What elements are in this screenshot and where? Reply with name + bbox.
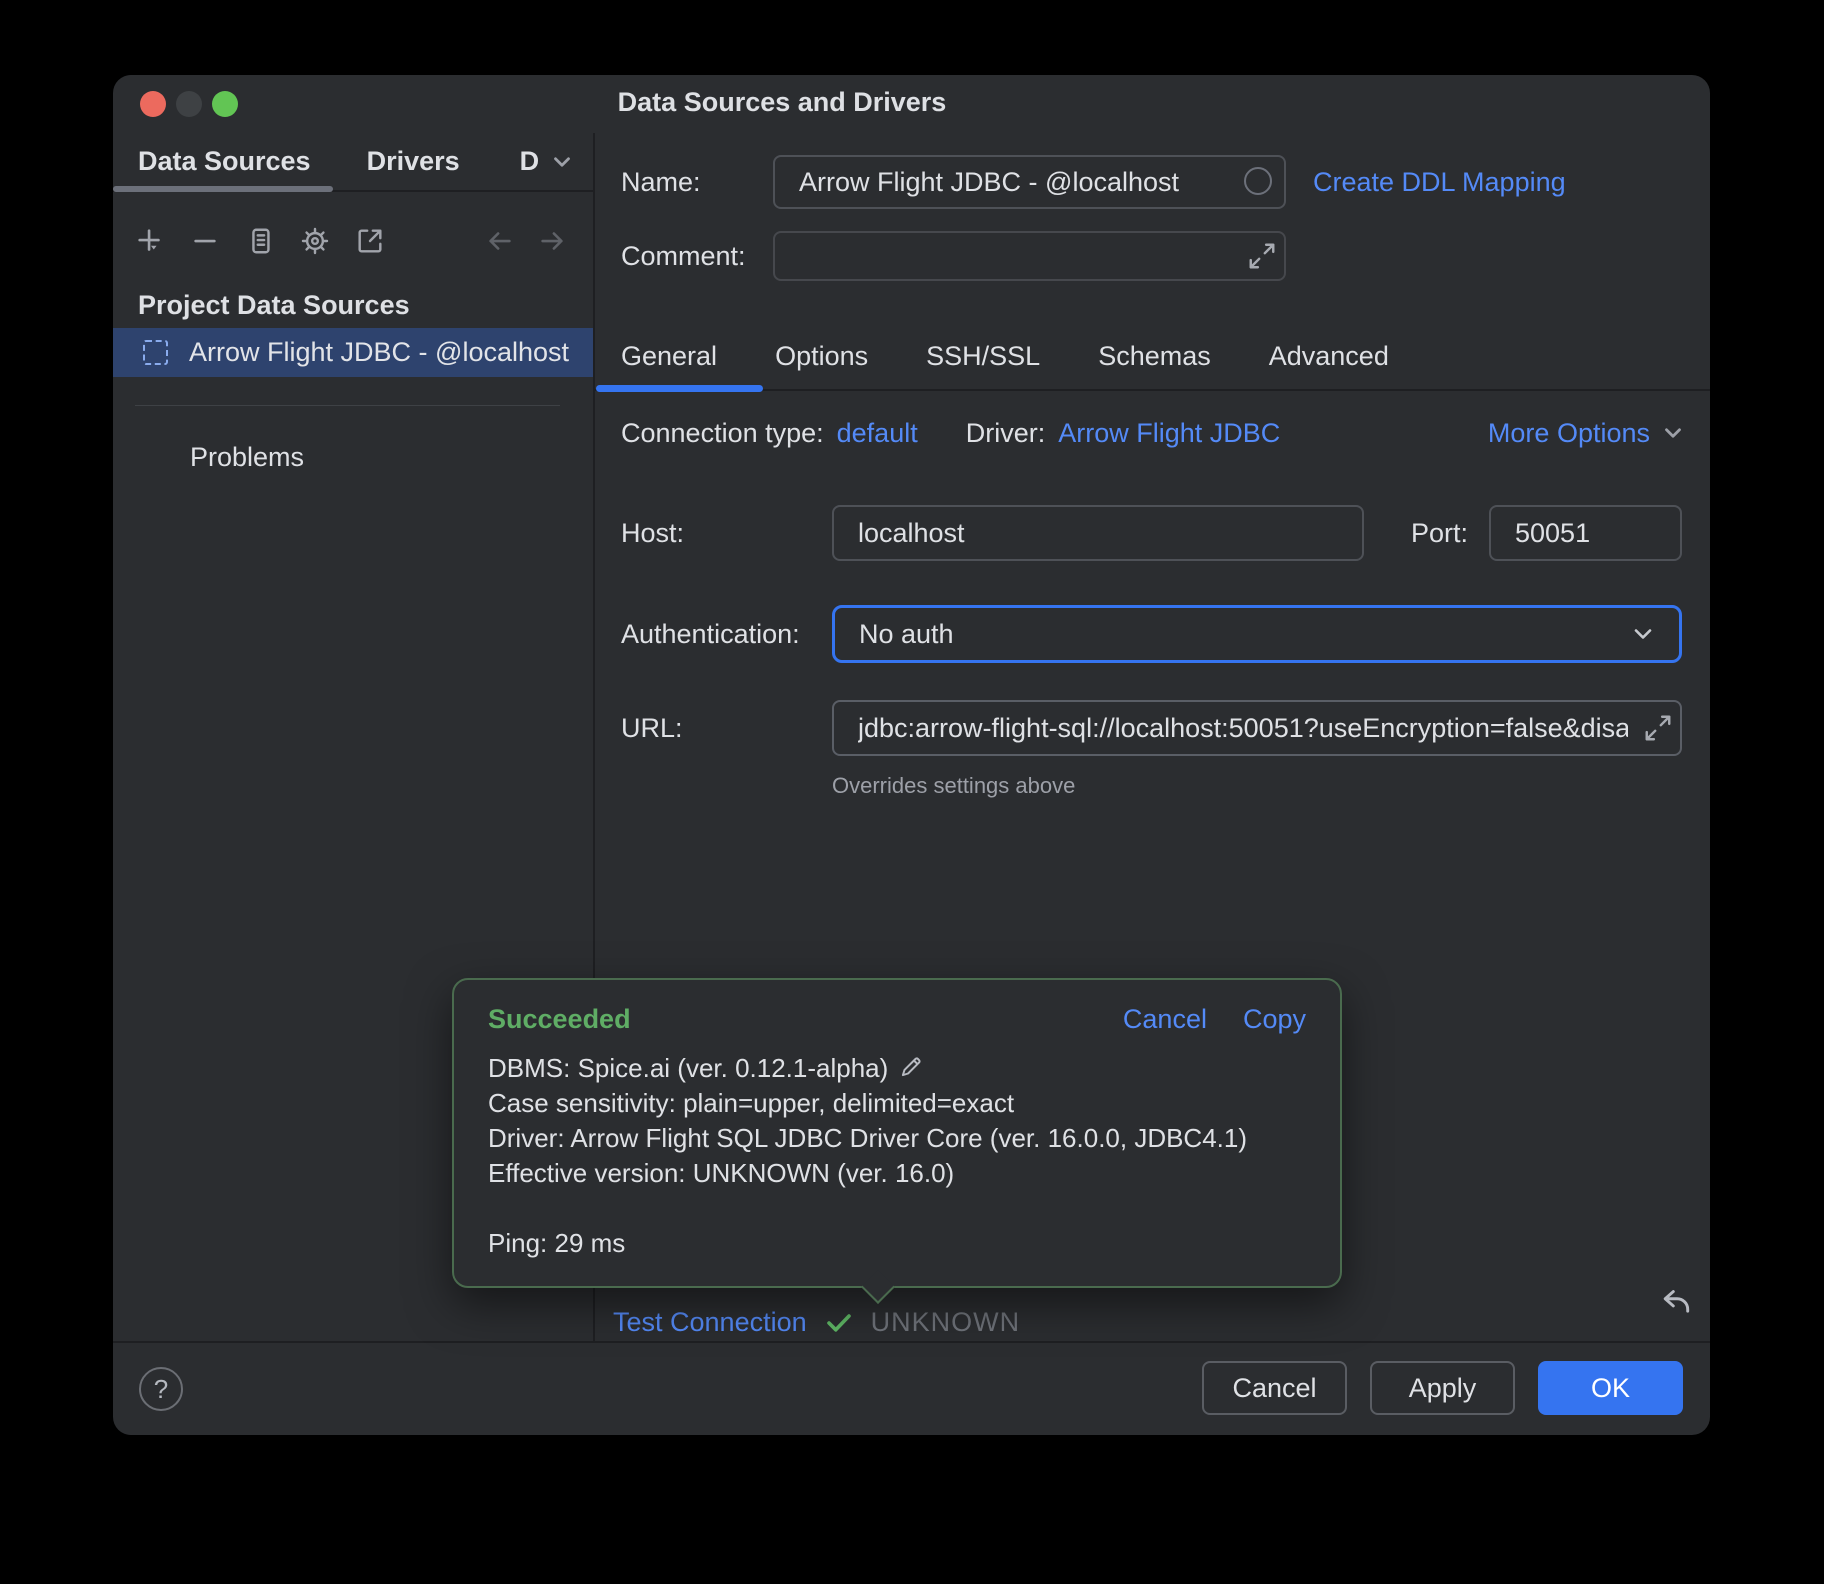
status-succeeded: Succeeded [488, 1004, 631, 1035]
ok-button[interactable]: OK [1538, 1361, 1683, 1415]
active-tab-underline [113, 186, 333, 192]
url-input[interactable] [832, 700, 1682, 756]
tab-data-sources[interactable]: Data Sources [124, 146, 325, 177]
problems-label: Problems [190, 442, 304, 473]
checkmark-icon [823, 1306, 855, 1338]
sidebar-divider [135, 405, 560, 406]
data-source-label: Arrow Flight JDBC - @localhost [189, 337, 569, 368]
popup-header: Succeeded Cancel Copy [488, 1004, 1306, 1035]
zoom-window-button[interactable] [212, 91, 238, 117]
more-options-label: More Options [1488, 418, 1650, 449]
create-ddl-mapping-link[interactable]: Create DDL Mapping [1313, 167, 1566, 198]
chevron-down-icon[interactable] [549, 149, 575, 175]
tab-ssh-ssl[interactable]: SSH/SSL [926, 341, 1040, 372]
help-button[interactable]: ? [139, 1367, 183, 1411]
test-connection-result-popup: Succeeded Cancel Copy DBMS: Spice.ai (ve… [452, 978, 1342, 1288]
popup-body: DBMS: Spice.ai (ver. 0.12.1-alpha) Case … [488, 1051, 1306, 1261]
popup-spacer [488, 1191, 1306, 1226]
more-options-link[interactable]: More Options [1488, 418, 1686, 449]
remove-data-source-button[interactable] [190, 226, 220, 256]
help-question-mark: ? [154, 1374, 168, 1405]
test-connection-link[interactable]: Test Connection [613, 1307, 807, 1338]
tab-drivers[interactable]: Drivers [353, 146, 474, 177]
edit-pencil-icon[interactable] [898, 1054, 924, 1080]
tab-ddl-mappings-truncated[interactable]: D [506, 146, 590, 177]
add-data-source-button[interactable] [135, 226, 165, 256]
comment-input[interactable] [773, 231, 1286, 281]
ping-line: Ping: 29 ms [488, 1226, 1306, 1261]
back-arrow-icon[interactable] [485, 226, 515, 256]
connection-type-row: Connection type: default Driver: Arrow F… [621, 403, 1686, 463]
project-data-sources-header: Project Data Sources [113, 290, 410, 321]
tab-schemas[interactable]: Schemas [1098, 341, 1211, 372]
host-row: Host: Port: [621, 505, 1682, 561]
gear-icon[interactable] [300, 226, 330, 256]
data-source-icon [143, 340, 168, 365]
connection-type-label: Connection type: [621, 418, 824, 449]
name-status-indicator [1244, 167, 1272, 195]
minimize-window-button[interactable] [176, 91, 202, 117]
authentication-select[interactable]: No auth [832, 605, 1682, 663]
case-sensitivity-line: Case sensitivity: plain=upper, delimited… [488, 1086, 1306, 1121]
settings-tab-strip: General Options SSH/SSL Schemas Advanced [595, 323, 1710, 391]
effective-version-line: Effective version: UNKNOWN (ver. 16.0) [488, 1156, 1306, 1191]
footer-buttons: Cancel Apply OK [1202, 1361, 1683, 1415]
host-input[interactable] [832, 505, 1364, 561]
authentication-label: Authentication: [621, 619, 832, 650]
chevron-down-icon [1629, 620, 1657, 648]
tab-advanced[interactable]: Advanced [1269, 341, 1389, 372]
tab-general[interactable]: General [621, 341, 717, 372]
popup-copy-link[interactable]: Copy [1243, 1004, 1306, 1035]
tab-ddl-label: D [520, 146, 540, 177]
close-window-button[interactable] [140, 91, 166, 117]
data-sources-dialog: Data Sources and Drivers Data Sources Dr… [113, 75, 1710, 1435]
chevron-down-icon [1660, 420, 1686, 446]
apply-button[interactable]: Apply [1370, 1361, 1515, 1415]
driver-value-link[interactable]: Arrow Flight JDBC [1058, 418, 1280, 449]
sidebar-tab-strip: Data Sources Drivers D [113, 133, 593, 192]
host-label: Host: [621, 518, 832, 549]
url-label: URL: [621, 713, 832, 744]
forward-arrow-icon[interactable] [537, 226, 567, 256]
comment-label: Comment: [621, 241, 773, 272]
title-bar: Data Sources and Drivers [113, 75, 1710, 133]
popup-cancel-link[interactable]: Cancel [1123, 1004, 1207, 1035]
authentication-row: Authentication: No auth [621, 605, 1682, 663]
sidebar-item-problems[interactable]: Problems [113, 435, 593, 479]
driver-label: Driver: [966, 418, 1046, 449]
driver-line: Driver: Arrow Flight SQL JDBC Driver Cor… [488, 1121, 1306, 1156]
comment-row: Comment: [621, 231, 1686, 281]
dbms-line: DBMS: Spice.ai (ver. 0.12.1-alpha) [488, 1051, 1306, 1086]
connection-status-text: UNKNOWN [871, 1307, 1021, 1338]
connection-type-value-link[interactable]: default [837, 418, 918, 449]
test-connection-row: Test Connection UNKNOWN [613, 1303, 1020, 1341]
duplicate-button[interactable] [245, 226, 275, 256]
active-tab-underline-blue [596, 385, 763, 392]
undo-icon[interactable] [1656, 1281, 1696, 1321]
url-row: URL: [621, 700, 1682, 756]
dialog-footer: ? Cancel Apply OK [113, 1341, 1710, 1435]
expand-icon[interactable] [1247, 241, 1277, 271]
cancel-button[interactable]: Cancel [1202, 1361, 1347, 1415]
history-nav [485, 226, 567, 256]
sidebar-toolbar [113, 226, 593, 256]
sidebar-item-arrow-flight-jdbc[interactable]: Arrow Flight JDBC - @localhost [113, 328, 593, 377]
authentication-value: No auth [859, 619, 954, 650]
window-title: Data Sources and Drivers [432, 87, 1132, 118]
name-row: Name: Create DDL Mapping [621, 155, 1686, 209]
port-label: Port: [1411, 518, 1468, 549]
tab-options[interactable]: Options [775, 341, 868, 372]
open-in-new-icon[interactable] [355, 226, 385, 256]
expand-icon[interactable] [1643, 713, 1673, 743]
name-input[interactable] [773, 155, 1286, 209]
traffic-lights [140, 91, 238, 117]
url-override-hint: Overrides settings above [832, 773, 1075, 799]
name-label: Name: [621, 167, 773, 198]
port-input[interactable] [1489, 505, 1682, 561]
